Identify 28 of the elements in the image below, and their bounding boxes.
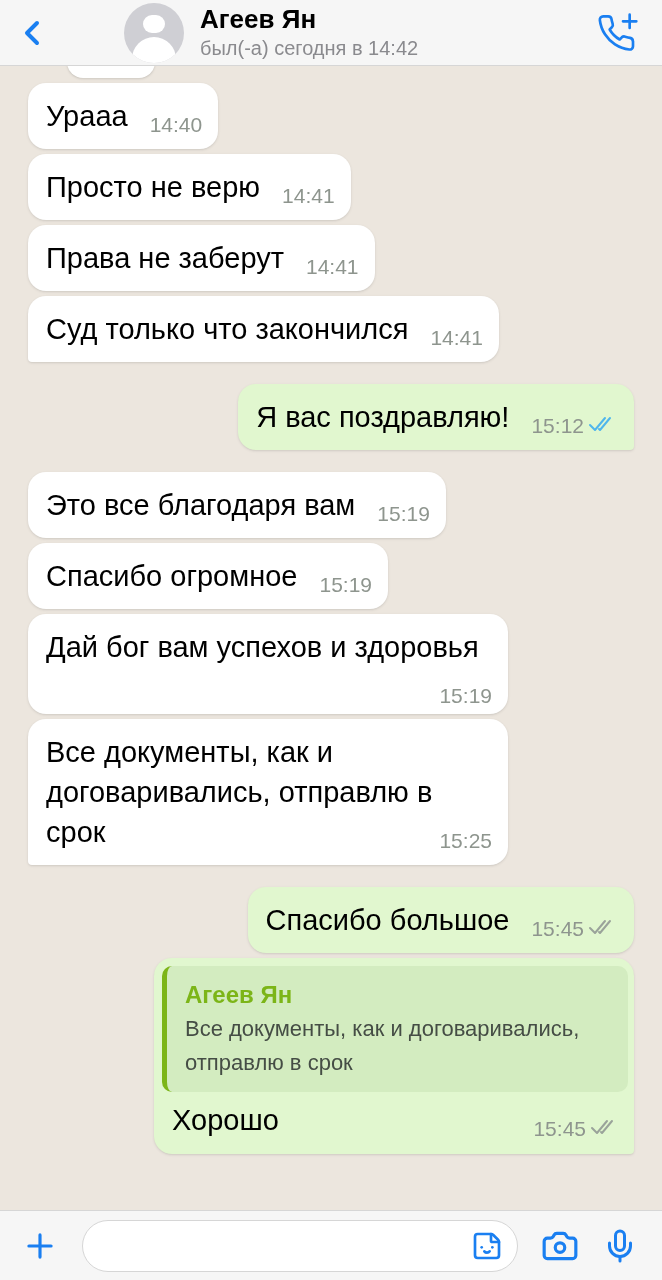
quoted-author: Агеев Ян	[185, 980, 294, 1010]
quoted-message[interactable]: Агеев Ян Все документы, как и договаривались, отправлю в срок	[162, 966, 628, 1092]
message-time: 14:41	[282, 183, 335, 209]
message-text: Урааа	[46, 100, 128, 132]
message-time: 15:25	[439, 828, 492, 854]
message-time: 15:45	[531, 916, 584, 942]
message-text: Я вас поздравляю!	[256, 401, 510, 433]
quoted-text: Все документы, как и договаривались, отправлю в срок	[185, 1015, 581, 1077]
message-text: Дай бог вам успехов и здоровья	[46, 631, 479, 663]
phone-plus-icon	[598, 12, 638, 53]
message-time: 14:41	[306, 254, 359, 280]
message-text: Спасибо огромное	[46, 560, 298, 592]
message-text: Суд только что закончился	[46, 313, 409, 345]
last-seen-status: был(-а) сегодня в 14:42	[200, 35, 420, 61]
message-time: 14:40	[149, 112, 203, 138]
message-time: 15:12	[531, 413, 584, 439]
message-time: 15:19	[319, 572, 372, 598]
message-time: 14:41	[430, 325, 483, 351]
message-text: Права не заберут	[46, 242, 284, 274]
message-time: 15:45	[533, 1116, 586, 1142]
contact-name[interactable]: Агеев Ян	[200, 3, 596, 34]
message-text: Это все благодаря вам	[46, 489, 356, 521]
message-text: Хорошо	[172, 1104, 279, 1136]
message-time: 15:19	[439, 683, 492, 709]
message-text: Спасибо большое	[265, 904, 510, 936]
message-text: Просто не верю	[46, 171, 261, 203]
message-text: Все документы, как и договаривались, отправлю в срок	[46, 736, 433, 848]
message-time: 15:19	[377, 501, 430, 527]
